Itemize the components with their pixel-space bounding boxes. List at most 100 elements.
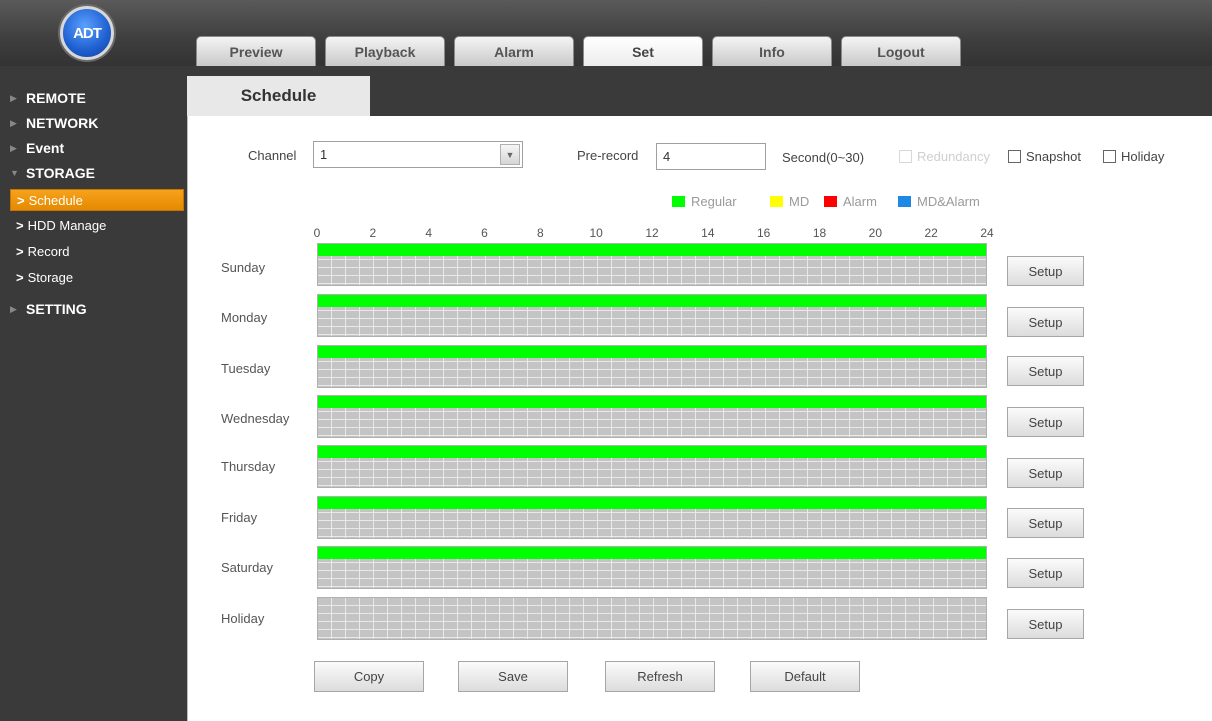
day-timeline-friday[interactable] [317,496,987,539]
sidebar-item-schedule[interactable]: > Schedule [10,189,184,211]
tab-playback[interactable]: Playback [325,36,445,66]
day-timeline-monday[interactable] [317,294,987,337]
legend-alarm: Alarm [824,194,877,209]
sidebar-item-storage[interactable]: > Storage [0,266,187,288]
collapsed-triangle-icon: ▶ [10,117,17,128]
day-label-sunday: Sunday [221,260,266,275]
legend-swatch [770,196,783,207]
hour-tick-label: 4 [425,226,432,240]
legend-label: Alarm [843,194,877,209]
sidebar-item-label: Record [27,243,70,259]
day-timeline-thursday[interactable] [317,445,987,488]
holiday-label: Holiday [1121,149,1165,164]
setup-button-tuesday[interactable]: Setup [1007,356,1084,386]
sidebar-section-label: STORAGE [26,165,95,181]
hour-tick-label: 14 [701,226,715,240]
snapshot-checkbox[interactable]: Snapshot [1008,149,1081,164]
tab-preview[interactable]: Preview [196,36,316,66]
hour-tick-label: 24 [980,226,994,240]
adt-logo: ADT [60,6,114,60]
legend-md: MD [770,194,809,209]
checkbox-box [899,150,912,163]
legend-swatch [898,196,911,207]
hour-axis: 0 2 4 6 8 10 12 14 16 18 20 22 24 [314,226,994,240]
legend-label: Regular [691,194,737,209]
holiday-checkbox[interactable]: Holiday [1103,149,1164,164]
tab-set[interactable]: Set [583,36,703,66]
setup-button-saturday[interactable]: Setup [1007,558,1084,588]
redundancy-label: Redundancy [917,149,990,164]
day-timeline-sunday[interactable] [317,243,987,286]
legend-swatch [672,196,685,207]
setup-button-sunday[interactable]: Setup [1007,256,1084,286]
collapsed-triangle-icon: ▶ [10,303,17,314]
setup-button-monday[interactable]: Setup [1007,307,1084,337]
sidebar-section-setting[interactable]: ▶ SETTING [0,297,187,321]
regular-record-segment [318,446,986,458]
sidebar: ▶ REMOTE ▶ NETWORK ▶ Event ▼ STORAGE > Schedu… [0,66,187,721]
hour-tick-label: 20 [868,226,883,240]
setup-button-thursday[interactable]: Setup [1007,458,1084,488]
sidebar-section-remote[interactable]: ▶ REMOTE [0,86,187,110]
redundancy-checkbox: Redundancy [899,149,990,164]
day-label-wednesday: Wednesday [221,411,290,426]
legend-regular: Regular [672,194,737,209]
setup-button-friday[interactable]: Setup [1007,508,1084,538]
hour-tick-label: 16 [756,226,771,240]
collapsed-triangle-icon: ▶ [10,92,17,103]
regular-record-segment [318,346,986,358]
chevron-right-icon: > [17,192,25,208]
legend-md-alarm: MD&Alarm [898,194,980,209]
checkbox-box[interactable] [1008,150,1021,163]
day-timeline-tuesday[interactable] [317,345,987,388]
sidebar-section-storage[interactable]: ▼ STORAGE [0,161,187,185]
tab-info[interactable]: Info [712,36,832,66]
sidebar-item-record[interactable]: > Record [0,240,187,262]
day-timeline-saturday[interactable] [317,546,987,589]
sidebar-section-label: Event [26,140,65,156]
sidebar-section-label: NETWORK [26,115,99,131]
regular-record-segment [318,295,986,307]
regular-record-segment [318,244,986,256]
setup-button-holiday[interactable]: Setup [1007,609,1084,639]
logo-text: ADT [73,24,102,42]
sidebar-section-network[interactable]: ▶ NETWORK [0,111,187,135]
legend-label: MD [789,194,810,209]
prerecord-unit: Second(0~30) [782,150,865,165]
snapshot-label: Snapshot [1026,149,1081,164]
day-timeline-wednesday[interactable] [317,395,987,438]
channel-value: 1 [320,147,328,162]
prerecord-input[interactable]: 4 [656,143,766,170]
copy-button[interactable]: Copy [314,661,424,692]
regular-record-segment [318,396,986,408]
default-button[interactable]: Default [750,661,860,692]
sidebar-item-label: Storage [27,269,74,285]
content-header: Schedule [187,66,1212,116]
hour-tick-label: 2 [369,226,377,240]
channel-label: Channel [248,148,297,163]
day-label-thursday: Thursday [221,459,276,474]
prerecord-label: Pre-record [577,148,639,163]
day-timeline-holiday[interactable] [317,597,987,640]
hour-tick-label: 10 [589,226,603,240]
expanded-triangle-icon: ▼ [10,168,19,178]
tab-logout[interactable]: Logout [841,36,961,66]
day-label-saturday: Saturday [221,560,274,575]
collapsed-triangle-icon: ▶ [10,142,17,153]
refresh-button[interactable]: Refresh [605,661,715,692]
chevron-right-icon: > [16,269,24,285]
setup-button-wednesday[interactable]: Setup [1007,407,1084,437]
day-label-friday: Friday [221,510,258,525]
sidebar-section-event[interactable]: ▶ Event [0,136,187,160]
save-button[interactable]: Save [458,661,568,692]
sidebar-section-label: REMOTE [26,90,86,106]
channel-select[interactable]: 1 ▼ [313,141,523,168]
tab-alarm[interactable]: Alarm [454,36,574,66]
chevron-down-icon[interactable]: ▼ [500,144,520,165]
chevron-right-icon: > [16,217,24,233]
sidebar-item-hdd-manage[interactable]: > HDD Manage [0,214,187,236]
checkbox-box[interactable] [1103,150,1116,163]
regular-record-segment [318,497,986,509]
hour-tick-label: 12 [645,226,659,240]
sidebar-item-label: HDD Manage [27,217,107,233]
